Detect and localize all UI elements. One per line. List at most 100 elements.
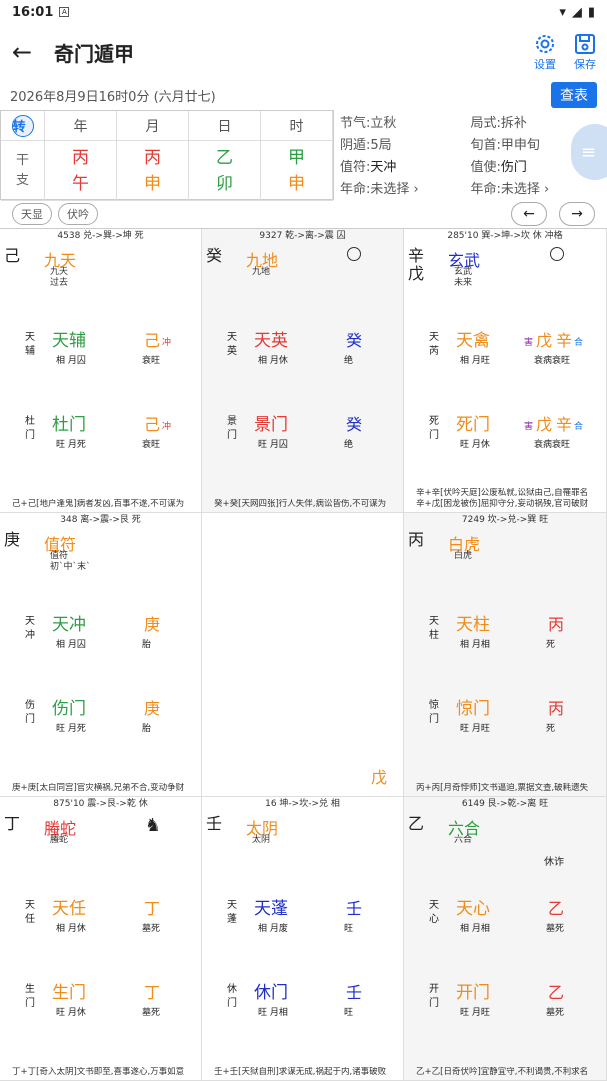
signal-icon: ◢	[571, 4, 582, 20]
star-short: 天心	[429, 900, 439, 925]
horse-icon: ♞	[144, 815, 161, 836]
door-stem: 丙	[548, 699, 565, 718]
palace-footer: 辛+辛[伏吟天庭]公废私就,讼狱由己,自罹罪名 辛+戊[困龙被伤]屈抑守分,妄动祸…	[416, 488, 589, 509]
settings-button[interactable]: 设置	[533, 32, 557, 72]
star-short: 天蓬	[227, 900, 237, 925]
header-month: 月	[117, 111, 189, 141]
palace-footer: 丙+丙[月奇悖师]文书逼迫,票据文查,破耗遗失	[416, 783, 589, 793]
door-stem: 癸	[346, 415, 363, 434]
back-arrow-icon[interactable]: ←	[12, 38, 44, 66]
palace-header: 348 离->震->艮 死	[60, 515, 141, 525]
palace-footer: 乙+乙[日奇伏吟]宜静宜守,不利谒贵,不利求名	[416, 1067, 589, 1077]
door-state: 旺 月囚	[258, 440, 288, 450]
door-short: 生门	[25, 984, 35, 1009]
battery-icon: ▮	[587, 4, 595, 20]
chip-row: 天显 伏吟 ← →	[0, 200, 607, 228]
menu-fab[interactable]: ≡	[571, 124, 607, 180]
palace-7[interactable]: 16 坤->坎->兑 相壬太阴 太阴天蓬天蓬相 月废壬旺休门休门旺 月相壬旺壬+壬…	[202, 797, 404, 1081]
kong-circle-icon	[550, 247, 564, 261]
hour-pillar: 甲申	[261, 141, 333, 201]
wifi-icon: ▾	[559, 4, 566, 20]
prev-button[interactable]: ←	[511, 202, 547, 226]
palace-grid: 4538 兑->巽->坤 死己九天 九天 过去天辅天辅相 月囚冲己衰旺杜门杜门旺 月…	[0, 228, 607, 1081]
door-short: 休门	[227, 984, 237, 1009]
door-row: 伤门伤门旺 月死 庚胎	[0, 699, 201, 739]
header-day: 日	[189, 111, 261, 141]
star-state: 相 月囚	[56, 640, 86, 650]
god-sub: 螣蛇	[50, 835, 69, 845]
tianxian-chip[interactable]: 天显	[12, 203, 52, 225]
earth-stem: 戊	[408, 264, 425, 283]
door-name: 休门	[254, 983, 288, 1003]
star-stem-state: 衰旺	[142, 356, 161, 366]
star-name: 天蓬	[254, 899, 288, 919]
zhuan-button[interactable]: 转	[11, 114, 34, 137]
palace-header: 875'10 震->艮->乾 休	[53, 799, 148, 809]
palace-footer: 庚+庚[太白同宫]官灾横祸,兄弟不合,变动争财	[12, 783, 185, 793]
page-title: 奇门遁甲	[54, 41, 134, 66]
palace-8[interactable]: 6149 艮->乾->离 旺乙六合 六合 休诈天心天心相 月相乙墓死开门开门旺 月旺…	[404, 797, 607, 1081]
star-name: 天英	[254, 331, 288, 351]
door-stem: 己	[144, 415, 161, 434]
star-row: 天辅天辅相 月囚 冲己衰旺	[0, 331, 201, 371]
query-button[interactable]: 查表	[551, 82, 597, 108]
earth-stem: 辛	[408, 246, 425, 265]
god-sub: 太阴	[252, 835, 271, 845]
notification-icon: A	[59, 7, 70, 17]
palace-3[interactable]: 348 离->震->艮 死庚值符 值符 初`中`末` 天冲天冲相 月囚庚胎伤门伤门旺 …	[0, 513, 202, 797]
date-text[interactable]: 2026年8月9日16时0分 (六月廿七)	[10, 86, 216, 105]
nianming-2[interactable]: 年命:未选择 ›	[471, 178, 602, 200]
star-stem-state: 胎	[142, 640, 152, 650]
star-row: 天心天心相 月相 乙墓死	[404, 899, 606, 939]
star-state: 相 月相	[460, 924, 490, 934]
earth-stem: 乙	[408, 814, 425, 833]
god-sub: 玄武 未来	[454, 267, 473, 288]
door-name: 生门	[52, 983, 86, 1003]
palace-4[interactable]: 戊	[202, 513, 404, 797]
door-stem-state: 绝	[344, 440, 354, 450]
meta-info: 节气:立秋 局式:拆补 阴遁:5局 旬首:甲申旬 值符:天冲 值使:伤门 年命:…	[334, 110, 607, 200]
star-stem: 庚	[144, 615, 161, 634]
palace-0[interactable]: 4538 兑->巽->坤 死己九天 九天 过去天辅天辅相 月囚冲己衰旺杜门杜门旺 月…	[0, 229, 202, 513]
save-icon	[575, 34, 595, 54]
door-stem: 乙	[548, 983, 565, 1002]
door-row: 惊门惊门旺 月旺 丙死	[404, 699, 606, 739]
star-stem-state: 墓死	[546, 924, 565, 934]
save-button[interactable]: 保存	[573, 32, 597, 72]
star-row: 天蓬天蓬相 月废 壬旺	[202, 899, 403, 939]
save-label: 保存	[574, 58, 596, 71]
nianming-1[interactable]: 年命:未选择 ›	[340, 178, 471, 200]
fuyin-chip[interactable]: 伏吟	[58, 203, 98, 225]
door-state: 旺 月旺	[460, 724, 490, 734]
palace-2[interactable]: 285'10 巽->坤->坎 休 冲格辛戊玄武 玄武 未来天芮天禽相 月旺害戊辛合衰…	[404, 229, 607, 513]
door-short: 惊门	[429, 700, 439, 725]
palace-5[interactable]: 7249 坎->兑->巽 旺丙白虎 白虎天柱天柱相 月相丙死惊门惊门旺 月旺丙死丙…	[404, 513, 607, 797]
header-year: 年	[45, 111, 117, 141]
star-stem: 丙	[548, 615, 565, 634]
star-name: 天任	[52, 899, 86, 919]
year-pillar: 丙午	[45, 141, 117, 201]
palace-6[interactable]: 875'10 震->艮->乾 休丁螣蛇 螣蛇 ♞ 天任天任相 月休丁墓死生门生门旺 月…	[0, 797, 202, 1081]
palace-1[interactable]: 9327 乾->离->震 囚癸九地 九地天英天英相 月休癸绝景门景门旺 月囚癸绝癸…	[202, 229, 404, 513]
god-sub: 九天 过去	[50, 267, 69, 288]
god-sub: 白虎	[454, 551, 473, 561]
door-row: 景门景门旺 月囚 癸绝	[202, 415, 403, 455]
god-sub: 九地	[252, 267, 271, 277]
door-state: 旺 月休	[56, 1008, 86, 1018]
star-stem-state: 墓死	[142, 924, 161, 934]
star-row: 天芮天禽相 月旺 害戊辛合衰病衰旺	[404, 331, 606, 371]
door-tag: 冲	[162, 422, 172, 432]
star-tag: 冲	[162, 338, 172, 348]
palace-header: 285'10 巽->坤->坎 休 冲格	[447, 231, 563, 241]
star-stem-state: 绝	[344, 356, 354, 366]
star-state: 相 月相	[460, 640, 490, 650]
door-stem-state: 胎	[142, 724, 152, 734]
month-pillar: 丙申	[117, 141, 189, 201]
door-row: 杜门杜门旺 月死 冲己衰旺	[0, 415, 201, 455]
door-state: 旺 月相	[258, 1008, 288, 1018]
door-stem-state: 死	[546, 724, 556, 734]
next-button[interactable]: →	[559, 202, 595, 226]
star-stem: 癸	[346, 331, 363, 350]
palace-footer: 己+己[地户逢鬼]病者发凶,百事不遂,不可谋为	[12, 499, 185, 509]
palace-header: 6149 艮->乾->离 旺	[461, 799, 549, 809]
